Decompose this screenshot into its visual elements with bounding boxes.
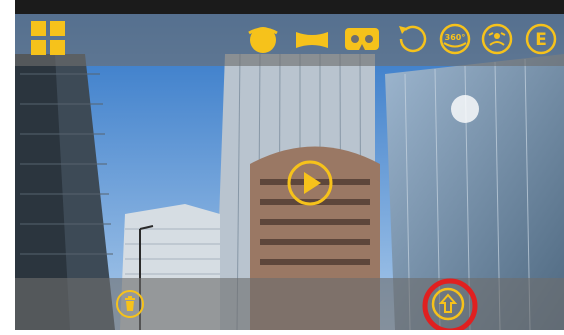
top-toolbar: 360° E [15, 14, 564, 66]
play-icon[interactable] [286, 159, 334, 207]
e-mode-label: E [535, 30, 547, 50]
little-planet-icon[interactable] [246, 23, 280, 55]
grid-view-icon[interactable] [31, 21, 65, 55]
app-frame: 360° E [0, 0, 564, 335]
rotate-icon[interactable] [396, 23, 428, 55]
panorama-viewer[interactable]: 360° E [15, 14, 564, 330]
highlight-ring [422, 278, 478, 330]
view-360-label: 360° [445, 33, 466, 42]
crystal-ball-icon[interactable] [294, 29, 330, 51]
e-mode-icon[interactable]: E [525, 23, 557, 55]
view-360-icon[interactable]: 360° [439, 23, 471, 55]
gyro-icon[interactable] [481, 23, 513, 55]
bottom-toolbar [15, 278, 564, 330]
delete-icon[interactable] [115, 289, 145, 319]
status-strip [15, 0, 564, 14]
vr-glasses-icon[interactable] [345, 28, 379, 50]
